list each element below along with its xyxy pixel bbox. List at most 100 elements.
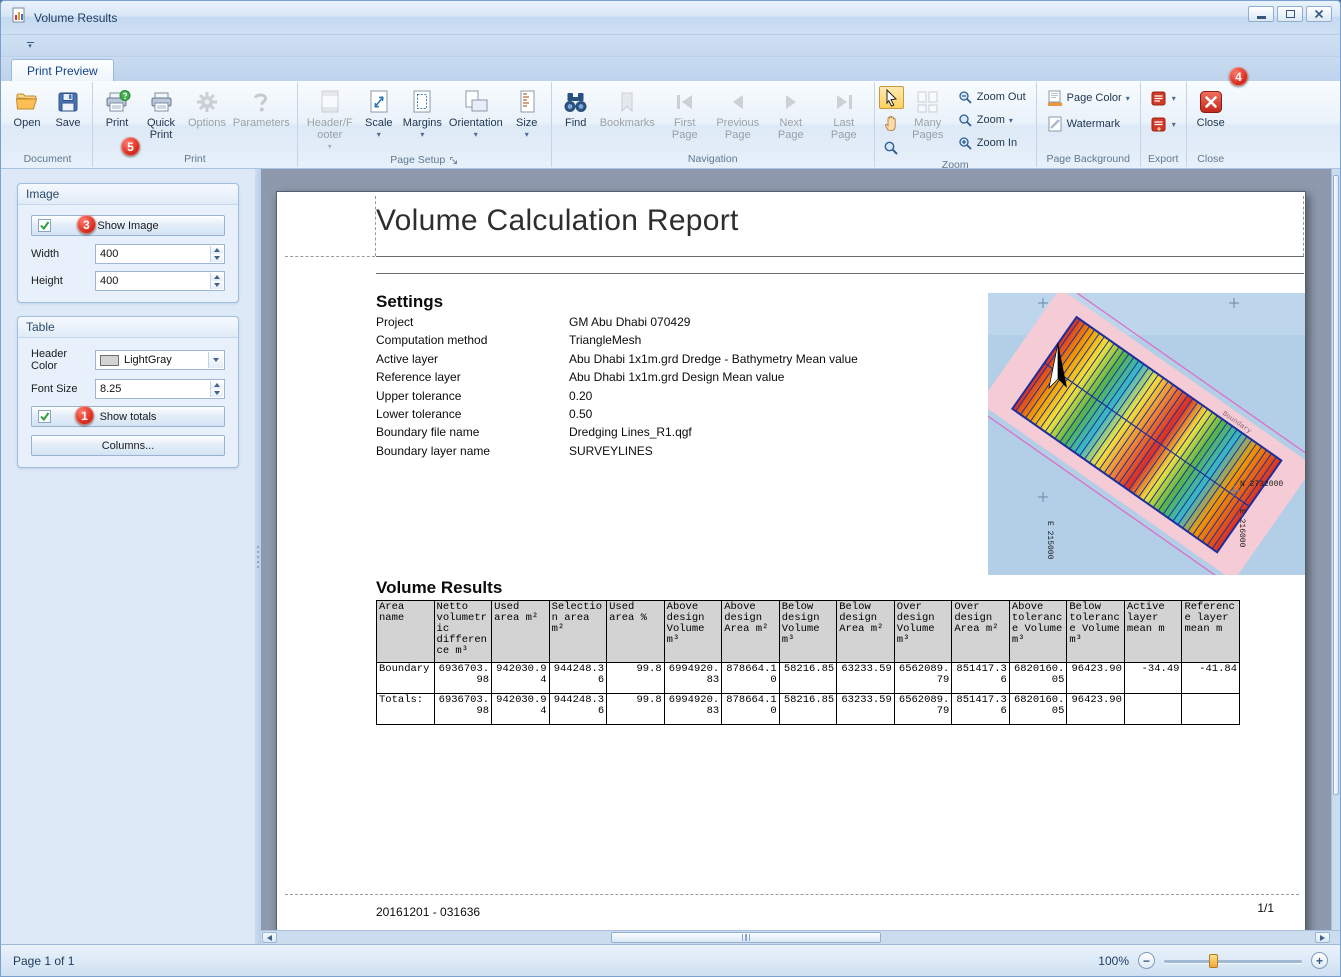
header-footer-button[interactable]: Header/Footer ▾ [302, 83, 358, 153]
settings-heading: Settings [376, 292, 443, 312]
height-label: Height [31, 275, 95, 287]
export-document-button[interactable]: ▾ [1145, 87, 1182, 109]
horizontal-scrollbar[interactable] [261, 930, 1340, 944]
spin-down-button[interactable] [211, 389, 223, 397]
close-red-icon [1198, 87, 1224, 117]
setting-label: Computation method [376, 331, 569, 349]
setting-value: Abu Dhabi 1x1m.grd Dredge - Bathymetry M… [569, 350, 858, 368]
spin-up-button[interactable] [211, 273, 223, 281]
columns-button[interactable]: Columns... [31, 435, 225, 456]
results-cell: 851417.36 [952, 663, 1010, 694]
group-label-document: Document [7, 151, 88, 167]
margins-icon [410, 87, 434, 117]
open-button[interactable]: Open [7, 83, 47, 151]
tab-print-preview[interactable]: Print Preview [11, 59, 114, 81]
magnifier-tool-button[interactable] [879, 136, 904, 159]
map-easting-label-1: E 215000 [1045, 521, 1054, 560]
results-cell: 944248.36 [549, 694, 607, 725]
zoom-out-button[interactable]: Zoom Out [952, 86, 1032, 108]
page-color-button[interactable]: Page Color ▾ [1041, 87, 1136, 109]
zoom-in-icon [958, 136, 973, 151]
ribbon-group-document: Open Save Document [3, 82, 93, 167]
vertical-scrollbar-thumb[interactable] [1333, 175, 1339, 795]
show-image-toggle-button[interactable]: Show Image [31, 215, 225, 236]
question-mark-icon [250, 87, 272, 117]
results-column-header: Over design Volume m³ [894, 601, 952, 663]
report-date-stamp: 20161201 - 031636 [376, 905, 480, 919]
setting-value: 0.20 [569, 387, 592, 405]
spin-down-button[interactable] [211, 254, 223, 262]
last-page-icon [832, 87, 856, 117]
print-preview-canvas[interactable]: Volume Calculation Report Settings Proje… [261, 169, 1340, 944]
maximize-icon [1286, 10, 1295, 18]
setting-value: GM Abu Dhabi 070429 [569, 313, 690, 331]
setting-value: SURVEYLINES [569, 442, 653, 460]
table-panel: Table Header Color LightGray Font Size [17, 316, 239, 468]
close-window-button[interactable] [1306, 6, 1332, 22]
spin-down-button[interactable] [211, 281, 223, 289]
vertical-scrollbar[interactable] [1331, 169, 1340, 930]
status-zoom-out-button[interactable]: − [1138, 952, 1155, 969]
minimize-button[interactable] [1248, 6, 1274, 22]
options-button[interactable]: Options [185, 83, 229, 151]
ribbon-group-export: ▾ ▾ Export [1141, 82, 1187, 167]
settings-row: Computation methodTriangleMesh [376, 331, 988, 349]
customize-quick-access-button[interactable]: ▾ [21, 38, 39, 53]
report-page: Volume Calculation Report Settings Proje… [276, 191, 1306, 932]
chevron-down-icon: ▾ [328, 143, 332, 151]
margin-guide [285, 256, 375, 257]
bookmark-icon [615, 87, 639, 117]
quick-print-button[interactable]: Quick Print [138, 83, 184, 151]
find-button[interactable]: Find [556, 83, 596, 151]
results-column-header: Selection area m² [549, 601, 607, 663]
first-page-button[interactable]: First Page [659, 83, 711, 151]
close-preview-button[interactable]: Close [1191, 83, 1231, 151]
parameters-button[interactable]: Parameters [230, 83, 293, 151]
zoom-dropdown-button[interactable]: Zoom ▾ [952, 109, 1032, 131]
watermark-icon [1047, 116, 1063, 132]
size-button[interactable]: Size ▾ [507, 83, 547, 153]
mouse-pointer-tool-button[interactable] [879, 86, 904, 109]
zoom-slider[interactable] [1164, 952, 1302, 970]
last-page-button[interactable]: Last Page [818, 83, 870, 151]
zoom-in-button[interactable]: Zoom In [952, 132, 1032, 154]
group-label-navigation: Navigation [556, 151, 870, 167]
previous-page-button[interactable]: Previous Page [712, 83, 764, 151]
bookmarks-button[interactable]: Bookmarks [597, 83, 658, 151]
status-zoom-in-button[interactable]: + [1311, 952, 1328, 969]
ribbon-group-zoom: Many Pages Zoom Out Zoom ▾ Zoom In [875, 82, 1037, 167]
next-page-button[interactable]: Next Page [765, 83, 817, 151]
horizontal-scrollbar-thumb[interactable] [611, 932, 881, 943]
settings-row: Reference layerAbu Dhabi 1x1m.grd Design… [376, 368, 988, 386]
spin-up-button[interactable] [211, 246, 223, 254]
page-size-icon [515, 87, 539, 117]
show-totals-toggle-button[interactable]: Show totals [31, 406, 225, 427]
scale-button[interactable]: Scale ▾ [359, 83, 399, 153]
image-width-spinner[interactable]: 400 [95, 244, 225, 264]
save-button[interactable]: Save [48, 83, 88, 151]
margins-button[interactable]: Margins ▾ [400, 83, 445, 153]
header-color-dropdown[interactable]: LightGray [95, 350, 225, 370]
font-size-spinner[interactable]: 8.25 [95, 379, 225, 399]
image-height-spinner[interactable]: 400 [95, 271, 225, 291]
maximize-button[interactable] [1277, 6, 1303, 22]
watermark-button[interactable]: Watermark [1041, 113, 1136, 135]
spin-up-button[interactable] [211, 381, 223, 389]
results-cell: 6936703.98 [434, 694, 492, 725]
callout-badge-3: 3 [77, 215, 96, 234]
export-image-button[interactable]: ▾ [1145, 113, 1182, 135]
dropdown-arrow-button[interactable] [208, 352, 223, 368]
page-setup-dialog-launcher[interactable] [449, 156, 458, 165]
scroll-right-button[interactable] [1315, 932, 1330, 943]
many-pages-button[interactable]: Many Pages [905, 83, 951, 159]
results-cell: 944248.36 [549, 663, 607, 694]
zoom-slider-thumb[interactable] [1209, 954, 1218, 968]
orientation-button[interactable]: Orientation ▾ [446, 83, 506, 153]
results-cell: 96423.90 [1067, 694, 1125, 725]
results-cell: 878664.10 [722, 694, 780, 725]
results-row: Boundary6936703.98942030.94944248.3699.8… [377, 663, 1240, 694]
results-cell: 6936703.98 [434, 663, 492, 694]
hand-tool-button[interactable] [879, 111, 904, 134]
scroll-left-button[interactable] [262, 932, 277, 943]
ribbon-group-close: Close Close [1187, 82, 1235, 167]
